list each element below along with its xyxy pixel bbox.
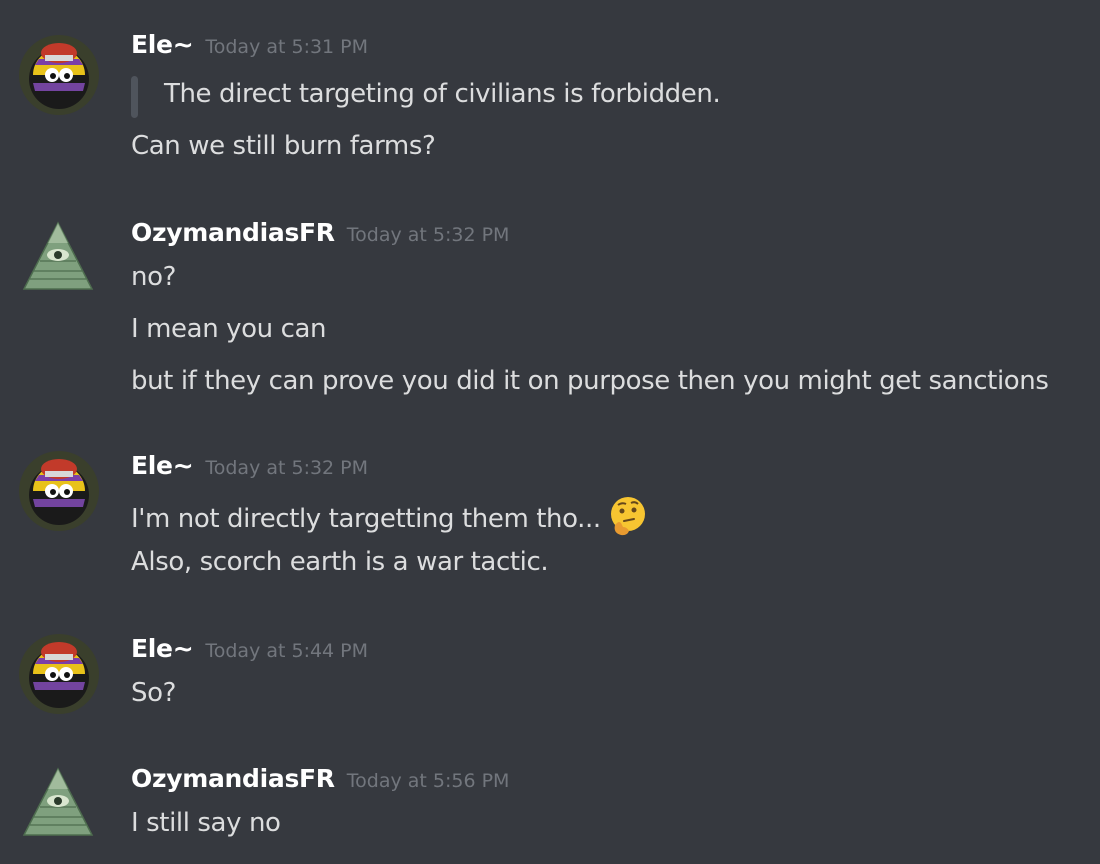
chat-messages: Ele~ Today at 5:31 PM The direct targetin… bbox=[0, 0, 1100, 864]
username[interactable]: Ele~ bbox=[131, 634, 194, 663]
timestamp[interactable]: Today at 5:31 PM bbox=[205, 36, 368, 58]
username[interactable]: Ele~ bbox=[131, 30, 194, 59]
message-header: OzymandiasFR Today at 5:56 PM bbox=[131, 764, 509, 793]
timestamp[interactable]: Today at 5:32 PM bbox=[347, 224, 510, 246]
message-text: Also, scorch earth is a war tactic. bbox=[131, 547, 549, 577]
user-avatar[interactable] bbox=[19, 35, 99, 115]
ele-avatar-icon bbox=[19, 451, 99, 531]
blockquote-text: The direct targeting of civilians is for… bbox=[164, 79, 721, 109]
user-avatar[interactable] bbox=[19, 634, 99, 714]
message-text: but if they can prove you did it on purp… bbox=[131, 366, 1049, 396]
ele-avatar-icon bbox=[19, 634, 99, 714]
message-header: Ele~ Today at 5:32 PM bbox=[131, 451, 368, 480]
message-text-content: I'm not directly targetting them tho... bbox=[131, 504, 601, 534]
message-header: Ele~ Today at 5:44 PM bbox=[131, 634, 368, 663]
thinking-face-icon[interactable] bbox=[607, 495, 649, 537]
blockquote-bar bbox=[131, 76, 138, 118]
timestamp[interactable]: Today at 5:56 PM bbox=[347, 770, 510, 792]
pyramid-eye-avatar-icon bbox=[22, 221, 94, 290]
message-text: I mean you can bbox=[131, 314, 327, 344]
username[interactable]: OzymandiasFR bbox=[131, 764, 335, 793]
message-text: So? bbox=[131, 678, 177, 708]
pyramid-eye-avatar-icon bbox=[22, 767, 94, 836]
message-text: no? bbox=[131, 262, 176, 292]
user-avatar[interactable] bbox=[22, 221, 94, 293]
user-avatar[interactable] bbox=[19, 451, 99, 531]
message-text: I'm not directly targetting them tho... bbox=[131, 495, 649, 537]
timestamp[interactable]: Today at 5:44 PM bbox=[205, 640, 368, 662]
message-header: OzymandiasFR Today at 5:32 PM bbox=[131, 218, 509, 247]
message-header: Ele~ Today at 5:31 PM bbox=[131, 30, 368, 59]
timestamp[interactable]: Today at 5:32 PM bbox=[205, 457, 368, 479]
username[interactable]: Ele~ bbox=[131, 451, 194, 480]
message-text: I still say no bbox=[131, 808, 281, 838]
username[interactable]: OzymandiasFR bbox=[131, 218, 335, 247]
message-text: Can we still burn farms? bbox=[131, 131, 436, 161]
ele-avatar-icon bbox=[19, 35, 99, 115]
user-avatar[interactable] bbox=[22, 767, 94, 839]
